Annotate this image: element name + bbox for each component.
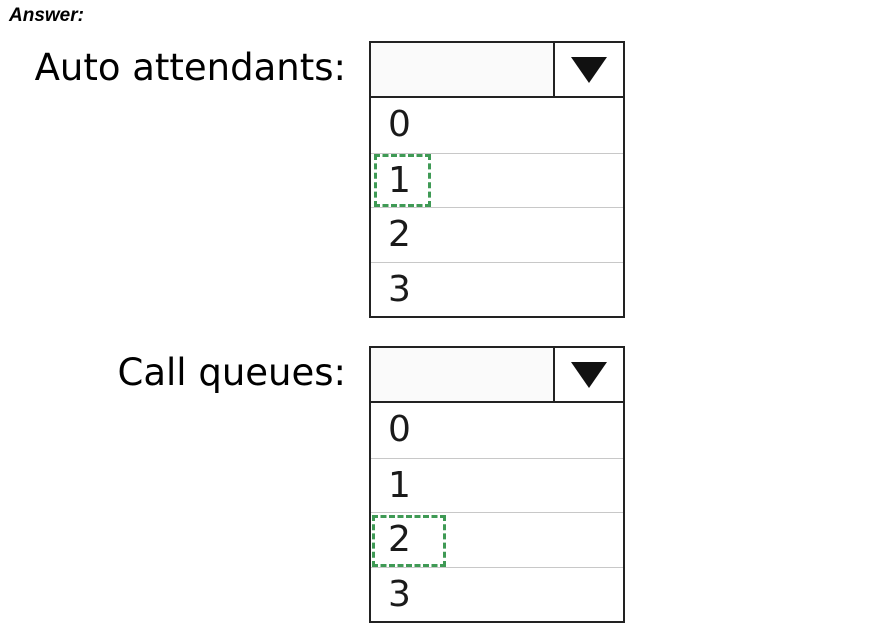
call-queues-option-list: 0 1 2 3: [369, 403, 625, 623]
option-label: 3: [388, 573, 411, 615]
option-label: 0: [388, 104, 411, 145]
triangle-down-icon: [571, 361, 607, 388]
auto-attendants-option-1[interactable]: 1: [371, 152, 623, 208]
triangle-down-icon: [571, 56, 607, 83]
answer-heading: Answer:: [9, 5, 84, 26]
call-queues-option-3[interactable]: 3: [371, 566, 623, 622]
call-queues-dropdown-header[interactable]: [369, 346, 625, 403]
option-label: 1: [388, 159, 411, 201]
call-queues-dropdown-button[interactable]: [553, 348, 623, 401]
option-label: 2: [388, 214, 411, 255]
auto-attendants-option-2[interactable]: 2: [371, 207, 623, 262]
auto-attendants-dropdown-button[interactable]: [553, 43, 623, 96]
call-queues-option-1[interactable]: 1: [371, 457, 623, 513]
option-label: 1: [388, 464, 411, 506]
call-queues-selected-value[interactable]: [371, 348, 553, 401]
option-label: 2: [388, 519, 411, 560]
auto-attendants-label: Auto attendants:: [34, 46, 346, 89]
option-label: 0: [388, 409, 411, 450]
call-queues-dropdown[interactable]: 0 1 2 3: [369, 346, 625, 623]
auto-attendants-selected-value[interactable]: [371, 43, 553, 96]
auto-attendants-option-3[interactable]: 3: [371, 261, 623, 317]
auto-attendants-dropdown-header[interactable]: [369, 41, 625, 98]
call-queues-option-0[interactable]: 0: [371, 403, 623, 458]
call-queues-label: Call queues:: [117, 351, 347, 394]
option-label: 3: [388, 268, 411, 310]
auto-attendants-option-0[interactable]: 0: [371, 98, 623, 153]
call-queues-option-2[interactable]: 2: [371, 512, 623, 567]
auto-attendants-option-list: 0 1 2 3: [369, 98, 625, 318]
auto-attendants-dropdown[interactable]: 0 1 2 3: [369, 41, 625, 318]
